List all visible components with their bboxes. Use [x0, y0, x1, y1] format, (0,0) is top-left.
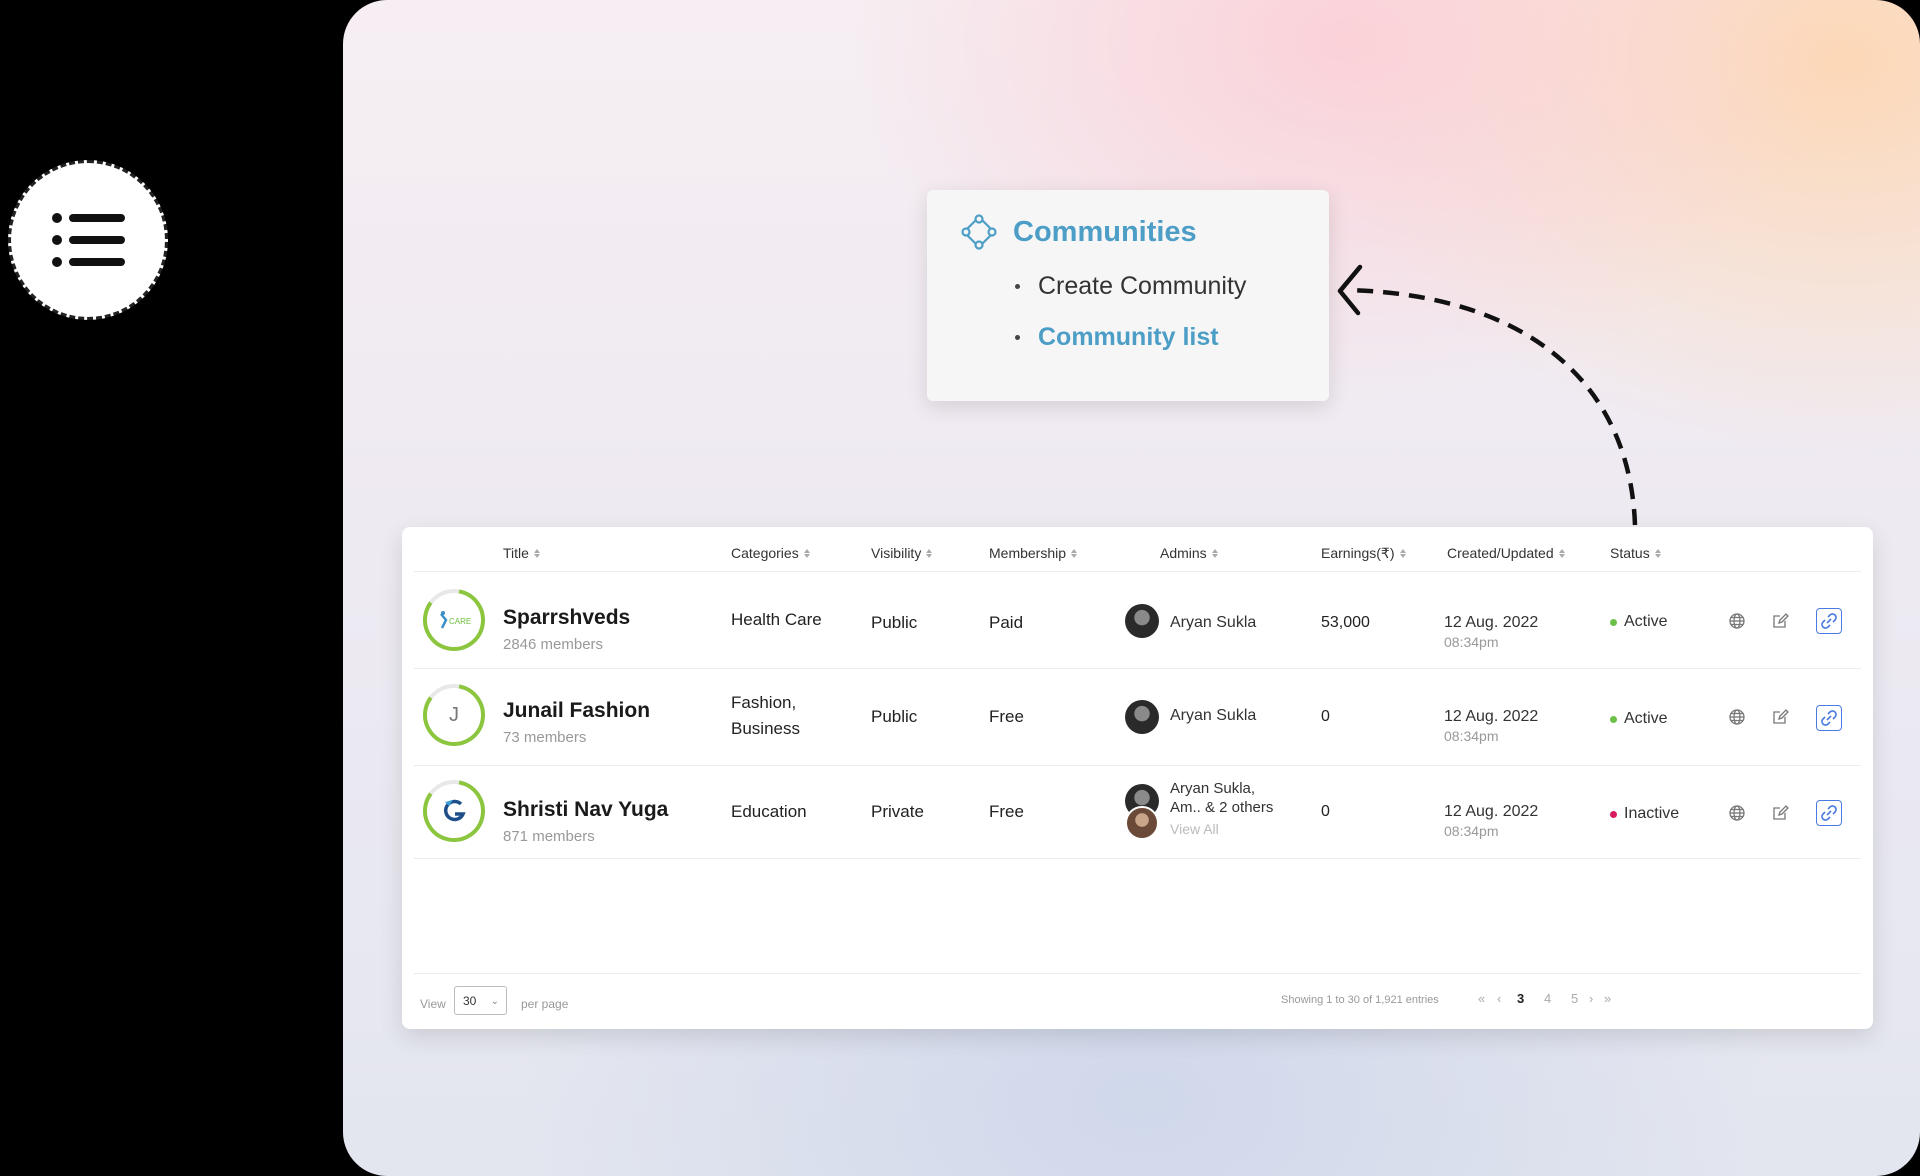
admin-avatar	[1125, 700, 1159, 734]
column-admins[interactable]: Admins	[1160, 545, 1218, 561]
avatar-initial: J	[429, 690, 479, 740]
page-number[interactable]: 5	[1571, 991, 1578, 1006]
visibility: Private	[871, 802, 924, 821]
member-count: 2846 members	[503, 636, 604, 653]
showing-entries: Showing 1 to 30 of 1,921 entries	[1281, 994, 1439, 1006]
prev-page-icon[interactable]: ‹	[1497, 991, 1501, 1006]
link-icon[interactable]	[1816, 800, 1842, 826]
menu-item-community-list[interactable]: Community list	[1015, 323, 1219, 352]
member-count: 73 members	[503, 729, 587, 746]
menu-header[interactable]: Communities	[961, 214, 1197, 250]
communities-menu: Communities Create Community Community l…	[927, 190, 1329, 401]
bullet	[1015, 335, 1020, 340]
page-number[interactable]: 3	[1517, 991, 1524, 1006]
menu-item-label: Community list	[1038, 323, 1219, 351]
membership: Free	[989, 707, 1024, 726]
column-title[interactable]: Title	[503, 545, 540, 561]
admin-avatar	[1125, 604, 1159, 638]
bullet	[1015, 284, 1020, 289]
view-all-link[interactable]: View All	[1170, 821, 1219, 837]
created-date: 12 Aug. 2022	[1444, 708, 1539, 725]
membership: Free	[989, 802, 1024, 821]
table-row[interactable]: Shristi Nav Yuga 871 members Education P…	[414, 766, 1861, 859]
per-page-label: per page	[521, 997, 569, 1011]
care-logo-icon: CARE	[440, 611, 471, 629]
list-icon	[52, 213, 125, 267]
community-table: Title Categories Visibility Membership A…	[402, 527, 1873, 1029]
earnings: 53,000	[1321, 614, 1370, 631]
link-icon[interactable]	[1816, 608, 1842, 634]
table-row[interactable]: J Junail Fashion 73 members Fashion, Bus…	[414, 669, 1861, 766]
visibility: Public	[871, 613, 918, 632]
column-visibility[interactable]: Visibility	[871, 545, 933, 561]
created-time: 08:34pm	[1444, 634, 1499, 650]
community-title[interactable]: Junail Fashion	[503, 699, 650, 723]
chevron-down-icon: ⌄	[490, 996, 499, 1007]
menu-title: Communities	[1013, 215, 1197, 248]
view-label: View	[420, 997, 446, 1011]
menu-item-label: Create Community	[1038, 272, 1247, 300]
next-page-icon[interactable]: ›	[1589, 991, 1593, 1006]
page-number[interactable]: 4	[1544, 991, 1551, 1006]
column-created-updated[interactable]: Created/Updated	[1447, 545, 1565, 561]
admin-names: Am.. & 2 others	[1170, 799, 1274, 816]
column-categories[interactable]: Categories	[731, 545, 810, 561]
created-time: 08:34pm	[1444, 728, 1499, 744]
earnings: 0	[1321, 708, 1330, 725]
created-date: 12 Aug. 2022	[1444, 614, 1539, 631]
edit-icon[interactable]	[1771, 612, 1789, 630]
status-badge: Inactive	[1610, 805, 1679, 823]
edit-icon[interactable]	[1771, 804, 1789, 822]
column-status[interactable]: Status	[1610, 545, 1661, 561]
list-menu-button[interactable]	[8, 160, 168, 320]
community-avatar: CARE	[422, 588, 486, 652]
yuga-logo-icon	[444, 799, 466, 822]
category: Health Care	[731, 610, 822, 629]
globe-icon[interactable]	[1728, 612, 1746, 630]
community-avatar: J	[422, 683, 486, 747]
status-badge: Active	[1610, 710, 1668, 728]
status-badge: Active	[1610, 613, 1668, 631]
menu-item-create-community[interactable]: Create Community	[1015, 272, 1246, 301]
community-avatar	[422, 779, 486, 843]
table-row[interactable]: CARE Sparrshveds 2846 members Health Car…	[414, 572, 1861, 669]
category: Fashion,	[731, 693, 797, 712]
created-time: 08:34pm	[1444, 823, 1499, 839]
admin-avatar	[1125, 806, 1159, 840]
column-earnings[interactable]: Earnings(₹)	[1321, 545, 1406, 562]
admin-name: Aryan Sukla	[1170, 707, 1257, 724]
svg-text:CARE: CARE	[449, 617, 471, 626]
link-icon[interactable]	[1816, 705, 1842, 731]
last-page-icon[interactable]: »	[1604, 991, 1611, 1006]
earnings: 0	[1321, 803, 1330, 820]
admin-names: Aryan Sukla,	[1170, 780, 1256, 797]
created-date: 12 Aug. 2022	[1444, 803, 1539, 820]
dashed-arrow	[1337, 264, 1638, 526]
globe-icon[interactable]	[1728, 804, 1746, 822]
edit-icon[interactable]	[1771, 708, 1789, 726]
category: Education	[731, 802, 807, 821]
member-count: 871 members	[503, 828, 595, 845]
per-page-select[interactable]: 30 ⌄	[454, 986, 507, 1015]
admin-name: Aryan Sukla	[1170, 614, 1257, 631]
first-page-icon[interactable]: «	[1478, 991, 1485, 1006]
community-title[interactable]: Sparrshveds	[503, 606, 630, 630]
community-title[interactable]: Shristi Nav Yuga	[503, 798, 668, 822]
globe-icon[interactable]	[1728, 708, 1746, 726]
visibility: Public	[871, 707, 918, 726]
communities-icon	[961, 214, 997, 250]
column-membership[interactable]: Membership	[989, 545, 1078, 561]
table-header: Title Categories Visibility Membership A…	[414, 527, 1861, 572]
table-footer: View 30 ⌄ per page Showing 1 to 30 of 1,…	[414, 973, 1861, 1029]
category: Business	[731, 719, 800, 738]
membership: Paid	[989, 613, 1024, 632]
